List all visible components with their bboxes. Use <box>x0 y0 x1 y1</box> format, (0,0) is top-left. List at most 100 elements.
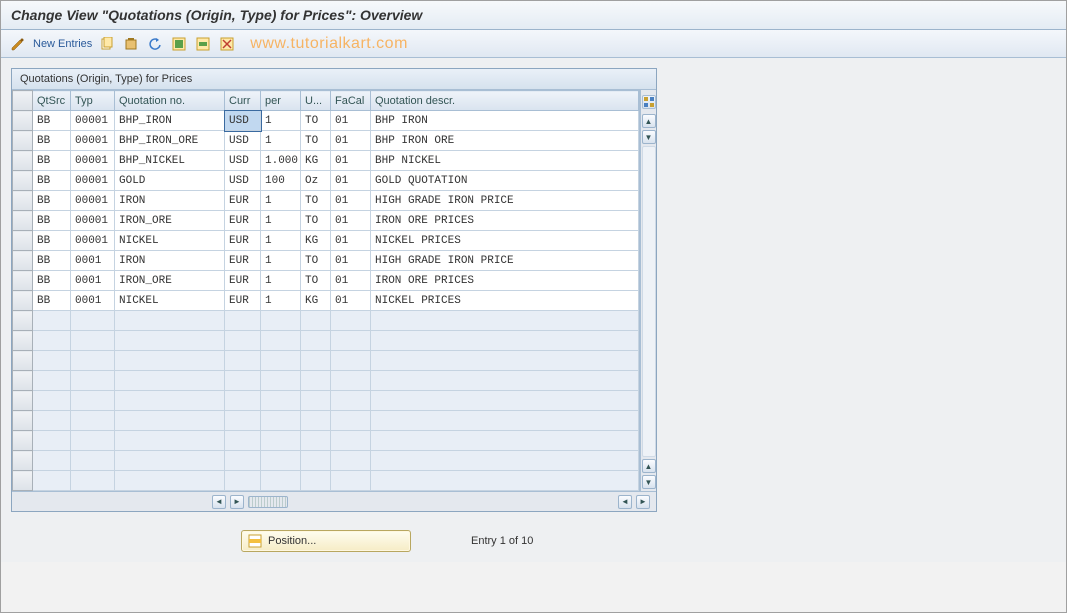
cell-per[interactable]: 100 <box>261 171 301 191</box>
empty-cell[interactable] <box>225 331 261 351</box>
cell-facal[interactable]: 01 <box>331 191 371 211</box>
cell-per[interactable]: 1 <box>261 211 301 231</box>
cell-qtsrc[interactable]: BB <box>33 271 71 291</box>
empty-cell[interactable] <box>71 371 115 391</box>
cell-typ[interactable]: 0001 <box>71 271 115 291</box>
empty-cell[interactable] <box>33 331 71 351</box>
empty-cell[interactable] <box>371 451 639 471</box>
hscroll-right-icon[interactable]: ► <box>230 495 244 509</box>
empty-cell[interactable] <box>261 311 301 331</box>
cell-qtsrc[interactable]: BB <box>33 131 71 151</box>
cell-per[interactable]: 1 <box>261 251 301 271</box>
empty-cell[interactable] <box>371 311 639 331</box>
empty-cell[interactable] <box>71 311 115 331</box>
empty-cell[interactable] <box>225 311 261 331</box>
cell-descr[interactable]: BHP IRON ORE <box>371 131 639 151</box>
col-facal[interactable]: FaCal <box>331 91 371 111</box>
row-select-button[interactable] <box>13 391 33 411</box>
deselect-all-icon[interactable] <box>218 35 236 53</box>
cell-per[interactable]: 1 <box>261 291 301 311</box>
cell-curr[interactable]: EUR <box>225 191 261 211</box>
empty-cell[interactable] <box>331 311 371 331</box>
cell-facal[interactable]: 01 <box>331 171 371 191</box>
empty-cell[interactable] <box>261 391 301 411</box>
cell-typ[interactable]: 0001 <box>71 291 115 311</box>
empty-cell[interactable] <box>261 351 301 371</box>
empty-cell[interactable] <box>261 371 301 391</box>
empty-cell[interactable] <box>301 431 331 451</box>
empty-cell[interactable] <box>33 471 71 491</box>
cell-qno[interactable]: BHP_IRON <box>115 111 225 131</box>
empty-cell[interactable] <box>331 411 371 431</box>
cell-qtsrc[interactable]: BB <box>33 171 71 191</box>
cell-qno[interactable]: NICKEL <box>115 231 225 251</box>
empty-cell[interactable] <box>115 431 225 451</box>
position-button[interactable]: Position... <box>241 530 411 552</box>
empty-cell[interactable] <box>371 391 639 411</box>
row-select-button[interactable] <box>13 431 33 451</box>
empty-cell[interactable] <box>71 471 115 491</box>
row-select-button[interactable] <box>13 211 33 231</box>
empty-cell[interactable] <box>225 371 261 391</box>
cell-qno[interactable]: BHP_NICKEL <box>115 151 225 171</box>
empty-cell[interactable] <box>261 451 301 471</box>
empty-cell[interactable] <box>301 371 331 391</box>
col-curr[interactable]: Curr <box>225 91 261 111</box>
row-select-button[interactable] <box>13 371 33 391</box>
row-select-button[interactable] <box>13 251 33 271</box>
empty-cell[interactable] <box>331 331 371 351</box>
empty-cell[interactable] <box>331 471 371 491</box>
column-config-icon[interactable] <box>642 95 656 109</box>
cell-typ[interactable]: 00001 <box>71 171 115 191</box>
cell-uom[interactable]: TO <box>301 111 331 131</box>
cell-qtsrc[interactable]: BB <box>33 191 71 211</box>
cell-uom[interactable]: TO <box>301 191 331 211</box>
empty-cell[interactable] <box>301 331 331 351</box>
empty-cell[interactable] <box>225 451 261 471</box>
cell-qtsrc[interactable]: BB <box>33 111 71 131</box>
cell-curr[interactable]: USD <box>225 151 261 171</box>
select-all-icon[interactable] <box>170 35 188 53</box>
row-select-button[interactable] <box>13 351 33 371</box>
scroll-down-icon[interactable]: ▼ <box>642 130 656 144</box>
cell-per[interactable]: 1 <box>261 231 301 251</box>
row-select-button[interactable] <box>13 271 33 291</box>
empty-cell[interactable] <box>225 391 261 411</box>
cell-typ[interactable]: 0001 <box>71 251 115 271</box>
cell-facal[interactable]: 01 <box>331 211 371 231</box>
cell-per[interactable]: 1 <box>261 191 301 211</box>
cell-qno[interactable]: GOLD <box>115 171 225 191</box>
cell-per[interactable]: 1 <box>261 111 301 131</box>
row-select-button[interactable] <box>13 191 33 211</box>
cell-curr[interactable]: EUR <box>225 211 261 231</box>
cell-qtsrc[interactable]: BB <box>33 151 71 171</box>
cell-per[interactable]: 1.000 <box>261 151 301 171</box>
empty-cell[interactable] <box>261 411 301 431</box>
hscroll-right2-icon[interactable]: ► <box>636 495 650 509</box>
empty-cell[interactable] <box>71 451 115 471</box>
scroll-track[interactable] <box>642 146 656 457</box>
cell-typ[interactable]: 00001 <box>71 231 115 251</box>
horizontal-scrollbar[interactable]: ◄ ► ◄ ► <box>12 491 656 511</box>
empty-cell[interactable] <box>71 391 115 411</box>
cell-uom[interactable]: Oz <box>301 171 331 191</box>
row-select-button[interactable] <box>13 411 33 431</box>
select-all-rows-header[interactable] <box>13 91 33 111</box>
empty-cell[interactable] <box>331 351 371 371</box>
empty-cell[interactable] <box>225 411 261 431</box>
cell-uom[interactable]: KG <box>301 231 331 251</box>
cell-qno[interactable]: IRON <box>115 191 225 211</box>
scroll-up-icon[interactable]: ▲ <box>642 114 656 128</box>
cell-uom[interactable]: KG <box>301 151 331 171</box>
empty-cell[interactable] <box>225 471 261 491</box>
empty-cell[interactable] <box>301 471 331 491</box>
empty-cell[interactable] <box>115 391 225 411</box>
cell-facal[interactable]: 01 <box>331 111 371 131</box>
empty-cell[interactable] <box>301 451 331 471</box>
cell-curr[interactable]: EUR <box>225 231 261 251</box>
col-qno[interactable]: Quotation no. <box>115 91 225 111</box>
empty-cell[interactable] <box>33 411 71 431</box>
cell-curr[interactable]: USD <box>225 131 261 151</box>
empty-cell[interactable] <box>371 351 639 371</box>
cell-uom[interactable]: TO <box>301 211 331 231</box>
